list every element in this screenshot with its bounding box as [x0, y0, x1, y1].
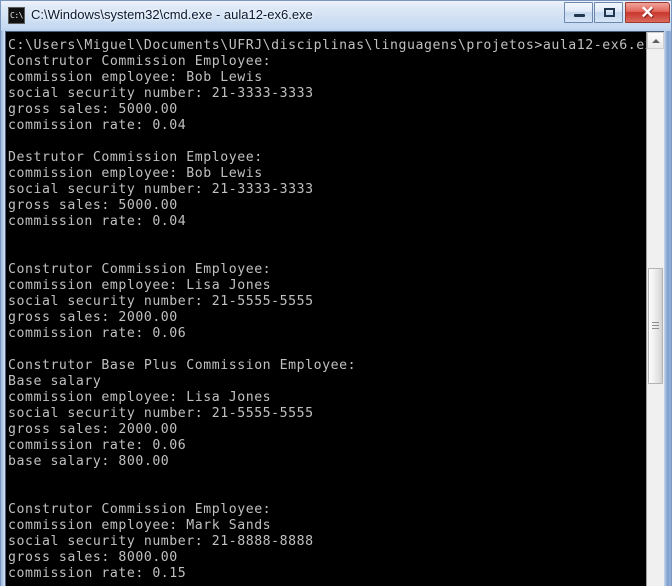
- cmd-window: C:\ C:\Windows\system32\cmd.exe - aula12…: [0, 0, 672, 586]
- console-screen[interactable]: C:\Users\Miguel\Documents\UFRJ\disciplin…: [6, 32, 647, 586]
- scroll-thumb[interactable]: [648, 268, 663, 384]
- maximize-icon: [604, 8, 615, 17]
- close-icon: ✕: [640, 3, 655, 22]
- vertical-scrollbar[interactable]: [646, 32, 664, 586]
- cmd-icon-glyph: C:\: [10, 11, 23, 20]
- minimize-icon: [574, 14, 585, 17]
- window-title: C:\Windows\system32\cmd.exe - aula12-ex6…: [31, 7, 313, 22]
- console-output-text: C:\Users\Miguel\Documents\UFRJ\disciplin…: [8, 38, 647, 581]
- minimize-button[interactable]: [564, 2, 593, 23]
- close-button[interactable]: ✕: [625, 2, 670, 23]
- console-client-area[interactable]: C:\Users\Miguel\Documents\UFRJ\disciplin…: [5, 31, 664, 586]
- scroll-up-button[interactable]: [647, 32, 664, 49]
- scroll-up-arrow-icon: [651, 38, 660, 43]
- maximize-button[interactable]: [594, 2, 623, 23]
- caption-buttons: ✕: [563, 2, 670, 24]
- cmd-console-icon: C:\: [8, 7, 25, 24]
- scroll-thumb-grip-icon: [652, 322, 659, 330]
- title-bar[interactable]: C:\ C:\Windows\system32\cmd.exe - aula12…: [1, 1, 671, 31]
